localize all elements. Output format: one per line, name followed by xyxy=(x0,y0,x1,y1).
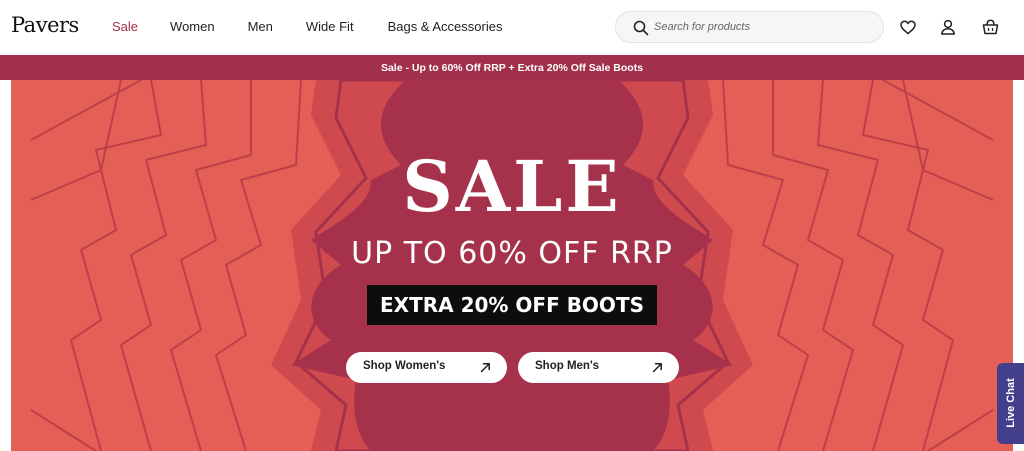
search-icon xyxy=(633,20,649,36)
boots-offer-badge: EXTRA 20% OFF BOOTS xyxy=(367,285,657,325)
shop-mens-label: Shop Men's xyxy=(535,360,600,372)
search-box[interactable] xyxy=(615,11,884,43)
shop-womens-label: Shop Women's xyxy=(363,360,446,372)
live-chat-label: Live Chat xyxy=(1005,378,1017,428)
shop-mens-button[interactable]: Shop Men's xyxy=(518,352,679,383)
live-chat-button[interactable]: Live Chat xyxy=(997,363,1024,444)
promo-banner[interactable]: Sale - Up to 60% Off RRP + Extra 20% Off… xyxy=(0,55,1024,80)
nav-men[interactable]: Men xyxy=(248,19,273,34)
hero-title: SALE xyxy=(402,145,622,228)
nav-women[interactable]: Women xyxy=(170,19,215,34)
wishlist-button[interactable] xyxy=(898,17,918,37)
basket-icon xyxy=(982,19,998,35)
pavers-logo[interactable]: Pavers xyxy=(11,13,79,37)
account-button[interactable] xyxy=(938,17,958,37)
shop-womens-button[interactable]: Shop Women's xyxy=(346,352,507,383)
arrow-up-right-icon xyxy=(480,363,490,373)
nav-wide-fit[interactable]: Wide Fit xyxy=(306,19,354,34)
site-header: Pavers Sale Women Men Wide Fit Bags & Ac… xyxy=(0,0,1024,55)
nav-bags-accessories[interactable]: Bags & Accessories xyxy=(388,19,503,34)
user-icon xyxy=(941,19,955,35)
boots-offer-text: EXTRA 20% OFF BOOTS xyxy=(380,293,644,317)
heart-icon xyxy=(900,20,916,34)
hero-subtitle: UP TO 60% OFF RRP xyxy=(351,236,673,271)
promo-text: Sale - Up to 60% Off RRP + Extra 20% Off… xyxy=(380,61,644,74)
basket-button[interactable] xyxy=(980,17,1000,37)
search-input[interactable] xyxy=(654,12,874,42)
main-nav: Sale Women Men Wide Fit Bags & Accessori… xyxy=(112,19,502,34)
arrow-up-right-icon xyxy=(652,363,662,373)
sale-hero-banner[interactable]: SALE UP TO 60% OFF RRP EXTRA 20% OFF BOO… xyxy=(11,80,1013,451)
nav-sale[interactable]: Sale xyxy=(112,19,138,34)
